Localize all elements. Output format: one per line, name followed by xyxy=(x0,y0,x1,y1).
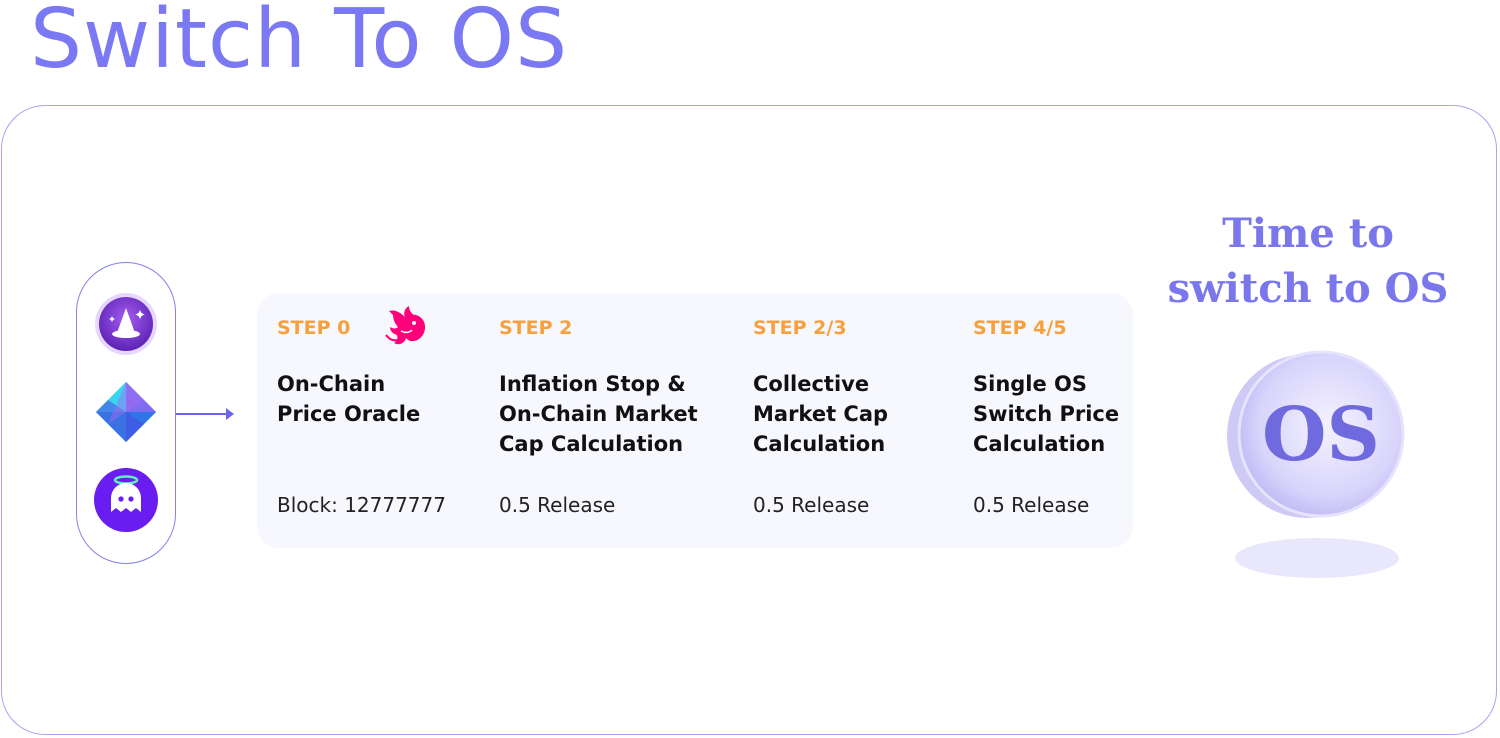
step-footer: 0.5 Release xyxy=(973,493,1090,517)
flow-arrow-icon xyxy=(176,408,234,420)
step-name: Inflation Stop & On-Chain Market Cap Cal… xyxy=(499,372,698,456)
switch-callout: Time to switch to OS xyxy=(1167,210,1449,312)
page-title: Switch To OS xyxy=(30,0,569,87)
token-list xyxy=(76,262,176,564)
wizard-hat-token-icon xyxy=(95,293,157,355)
step-label: STEP 2 xyxy=(499,317,573,339)
ghost-halo-token-icon xyxy=(94,468,158,532)
crystal-prism-token-icon xyxy=(96,382,156,442)
steps-card: STEP 0 On-Chain Price Oracle Block: 1277… xyxy=(257,293,1133,548)
os-coin-icon: OS xyxy=(1227,350,1405,578)
coin-label: OS xyxy=(1262,392,1380,478)
step-name: On-Chain Price Oracle xyxy=(277,372,421,426)
step-footer: Block: 12777777 xyxy=(277,493,446,517)
step-name: Collective Market Cap Calculation xyxy=(753,372,889,456)
step-label: STEP 0 xyxy=(277,317,351,339)
uniswap-unicorn-icon xyxy=(385,306,426,345)
step-footer: 0.5 Release xyxy=(499,493,616,517)
step-label: STEP 4/5 xyxy=(973,317,1067,339)
step-footer: 0.5 Release xyxy=(753,493,870,517)
step-label: STEP 2/3 xyxy=(753,317,847,339)
step-name: Single OS Switch Price Calculation xyxy=(973,372,1120,456)
